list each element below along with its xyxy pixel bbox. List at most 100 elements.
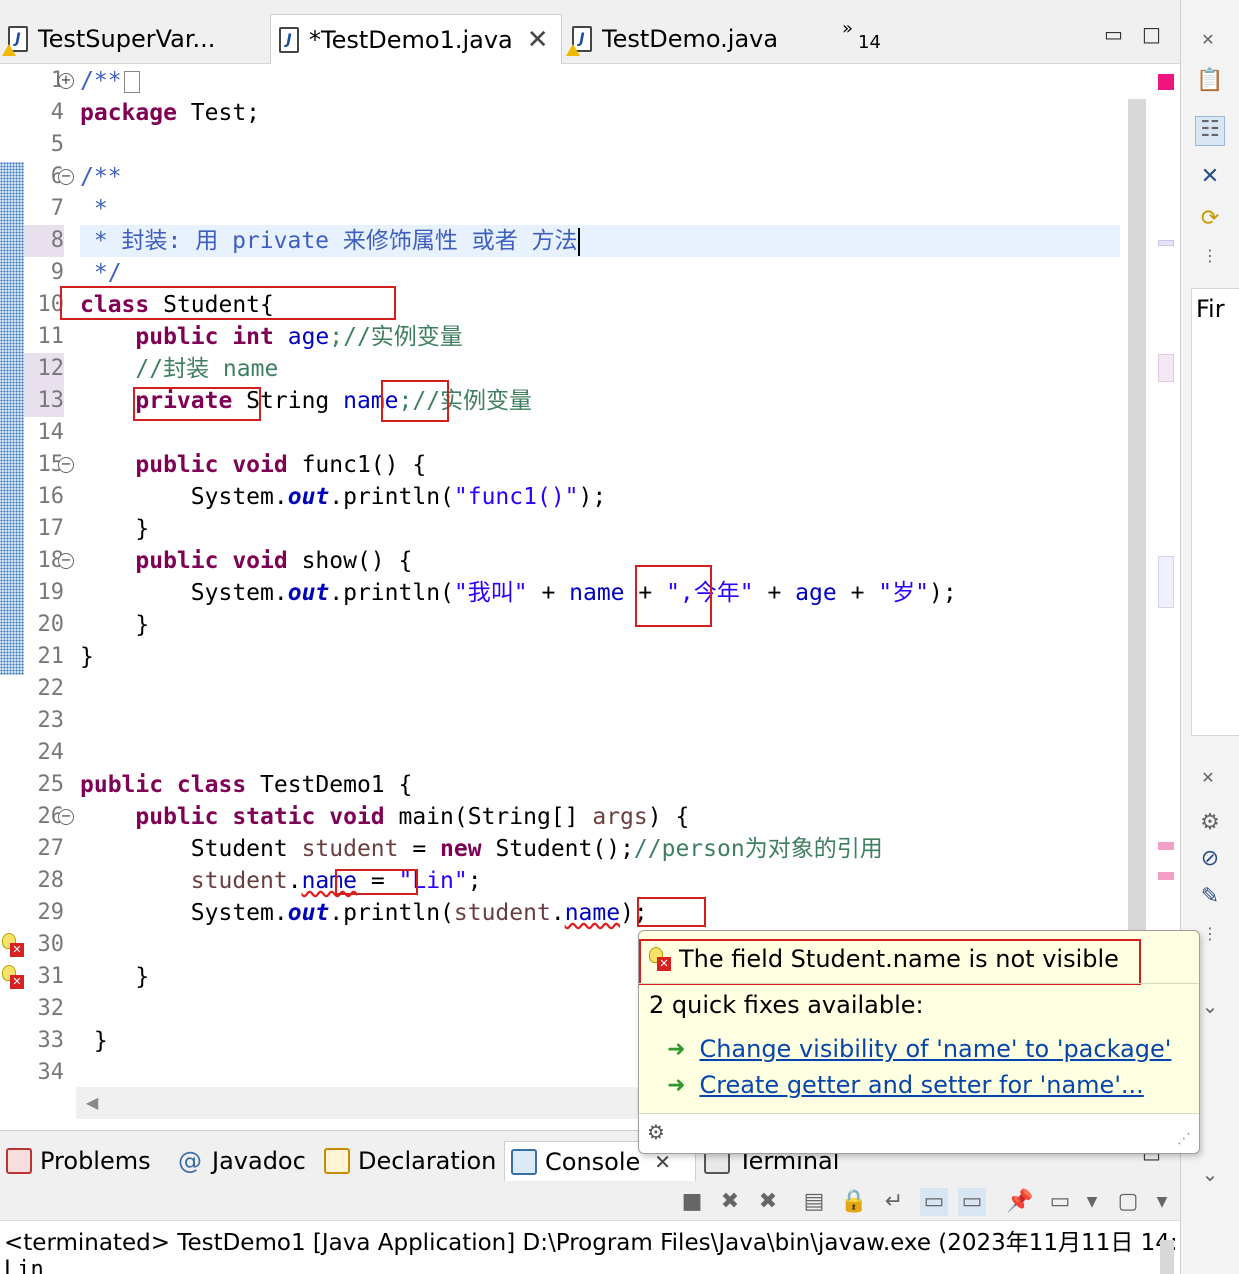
tab-testdemo1[interactable]: J *TestDemo1.java ✕ — [270, 14, 562, 64]
configure-problem-severity-icon[interactable]: ⚙ — [647, 1120, 665, 1144]
collapse-fold-icon[interactable]: − — [58, 169, 74, 185]
tab-overflow-button[interactable]: » 14 — [842, 18, 881, 53]
collapse-fold-icon[interactable]: − — [58, 553, 74, 569]
console-output: Lin — [4, 1257, 44, 1274]
code-line: /** — [80, 65, 140, 97]
line-number: 21 — [37, 644, 65, 669]
java-file-warning-icon: J — [566, 26, 592, 56]
collapsed-block-icon[interactable] — [123, 70, 140, 93]
code-line: private String name;//实例变量 — [80, 388, 533, 414]
scroll-left-icon[interactable]: ◀ — [86, 1093, 98, 1112]
code-line: } — [80, 1028, 108, 1054]
tab-testdemo[interactable]: J TestDemo.java — [564, 14, 824, 64]
find-panel[interactable]: Fir — [1191, 288, 1239, 736]
collapse-fold-icon[interactable]: − — [58, 457, 74, 473]
quickfix-item[interactable]: ➜ Create getter and setter for 'name'... — [667, 1071, 1144, 1099]
code-line: public int age;//实例变量 — [80, 324, 463, 350]
show-on-error-icon[interactable]: ▭ — [958, 1188, 986, 1216]
expand-fold-icon[interactable]: + — [58, 73, 74, 89]
code-line: */ — [80, 260, 122, 286]
close-icon[interactable]: ✕ — [1193, 30, 1223, 60]
close-icon[interactable]: ✕ — [1193, 768, 1223, 798]
quickfix-popup: ✕ The field Student.name is not visible … — [638, 930, 1200, 1154]
breakpoint-icon[interactable]: ✎ — [1195, 884, 1225, 914]
chevron-down-icon[interactable]: ⌄ — [1195, 1162, 1225, 1192]
debug-view-icon[interactable]: ⚙ — [1195, 810, 1225, 840]
more-options-icon[interactable]: ⋮ — [1195, 246, 1225, 276]
resize-grip-icon[interactable]: ⋰ — [1177, 1131, 1191, 1147]
line-number: 14 — [37, 420, 65, 445]
tab-label: TestDemo.java — [602, 25, 779, 53]
hide-fields-icon[interactable]: ✕ — [1195, 164, 1225, 194]
clear-console-icon[interactable]: ▤ — [800, 1188, 828, 1216]
error-overview-mark[interactable] — [1158, 842, 1174, 850]
clipboard-icon[interactable]: 📋 — [1195, 68, 1225, 98]
line-number: 19 — [37, 580, 65, 605]
quickfix-link[interactable]: Create getter and setter for 'name'... — [699, 1071, 1143, 1099]
quickfix-link[interactable]: Change visibility of 'name' to 'package' — [699, 1035, 1171, 1063]
line-number: 20 — [37, 612, 65, 637]
line-number: 30 — [37, 932, 65, 957]
tab-testsupervar[interactable]: J TestSuperVar... — [0, 14, 268, 64]
code-line: class Student{ — [80, 292, 274, 318]
overview-mark[interactable] — [1158, 240, 1174, 246]
skip-breakpoints-icon[interactable]: ⊘ — [1195, 846, 1225, 876]
maximize-icon[interactable]: □ — [1142, 22, 1161, 46]
close-icon[interactable]: ✕ — [527, 25, 549, 55]
code-line: student.name = "Lin"; — [80, 868, 482, 894]
error-field-reference[interactable]: name — [302, 868, 357, 894]
minimize-icon[interactable]: ▭ — [1104, 22, 1123, 46]
line-number: 22 — [37, 676, 65, 701]
remove-all-launches-icon[interactable]: ✖ — [754, 1188, 782, 1216]
overview-mark[interactable] — [1158, 354, 1174, 382]
tab-declaration[interactable]: Declaration — [318, 1141, 496, 1181]
remove-launch-icon[interactable]: ✖ — [716, 1188, 744, 1216]
line-number: 31 — [37, 964, 65, 989]
collapse-fold-icon[interactable]: − — [58, 809, 74, 825]
line-number: 25 — [37, 772, 65, 797]
line-number: 9 — [50, 260, 64, 285]
line-number: 27 — [37, 836, 65, 861]
error-indicator-icon[interactable] — [1158, 74, 1174, 90]
chevron-down-icon[interactable]: ▼ — [1078, 1188, 1106, 1216]
vertical-scrollbar[interactable] — [1128, 99, 1146, 989]
chevron-down-icon[interactable]: ▼ — [1148, 1188, 1176, 1216]
console-view[interactable]: <terminated> TestDemo1 [Java Application… — [0, 1220, 1180, 1274]
error-quickfix-icon[interactable]: ✕ — [0, 933, 26, 959]
word-wrap-icon[interactable]: ↵ — [880, 1188, 908, 1216]
terminate-icon[interactable]: ■ — [678, 1188, 706, 1216]
overview-mark[interactable] — [1158, 556, 1174, 608]
line-number: 32 — [37, 996, 65, 1021]
error-field-reference[interactable]: name — [565, 900, 620, 926]
code-line: Student student = new Student();//person… — [80, 836, 883, 862]
change-indicator-bar — [0, 162, 24, 675]
code-line: public static void main(String[] args) { — [80, 804, 690, 830]
code-line: System.out.println(student.name); — [80, 900, 648, 926]
code-line: /** — [80, 164, 122, 190]
problems-icon — [6, 1148, 32, 1174]
chevron-right-double-icon: » — [842, 18, 854, 39]
open-console-icon[interactable]: ▢ — [1114, 1188, 1142, 1216]
declaration-icon — [324, 1148, 350, 1174]
sync-icon[interactable]: ⟳ — [1195, 206, 1225, 236]
quickfix-count: 2 quick fixes available: — [649, 991, 924, 1019]
pin-console-icon[interactable]: 📌 — [1006, 1188, 1034, 1216]
tab-problems[interactable]: Problems — [0, 1141, 151, 1181]
scroll-lock-icon[interactable]: 🔒 — [840, 1188, 868, 1216]
code-line: public void func1() { — [80, 452, 427, 478]
tab-javadoc[interactable]: @ Javadoc — [172, 1141, 306, 1181]
line-number: 24 — [37, 740, 65, 765]
code-line: } — [80, 964, 150, 990]
quickfix-item[interactable]: ➜ Change visibility of 'name' to 'packag… — [667, 1035, 1171, 1063]
tab-label: *TestDemo1.java — [309, 25, 513, 54]
error-overview-mark[interactable] — [1158, 872, 1174, 880]
java-file-warning-icon: J — [2, 26, 28, 56]
code-line: } — [80, 612, 150, 638]
display-console-icon[interactable]: ▭ — [1046, 1188, 1074, 1216]
error-quickfix-icon[interactable]: ✕ — [0, 965, 26, 991]
outline-tree-icon[interactable]: ☷ — [1195, 116, 1225, 146]
line-number: 10 — [37, 292, 65, 317]
console-scrollbar[interactable] — [1160, 1240, 1174, 1274]
console-process-label: <terminated> TestDemo1 [Java Application… — [4, 1230, 1178, 1256]
show-on-output-icon[interactable]: ▭ — [920, 1188, 948, 1216]
